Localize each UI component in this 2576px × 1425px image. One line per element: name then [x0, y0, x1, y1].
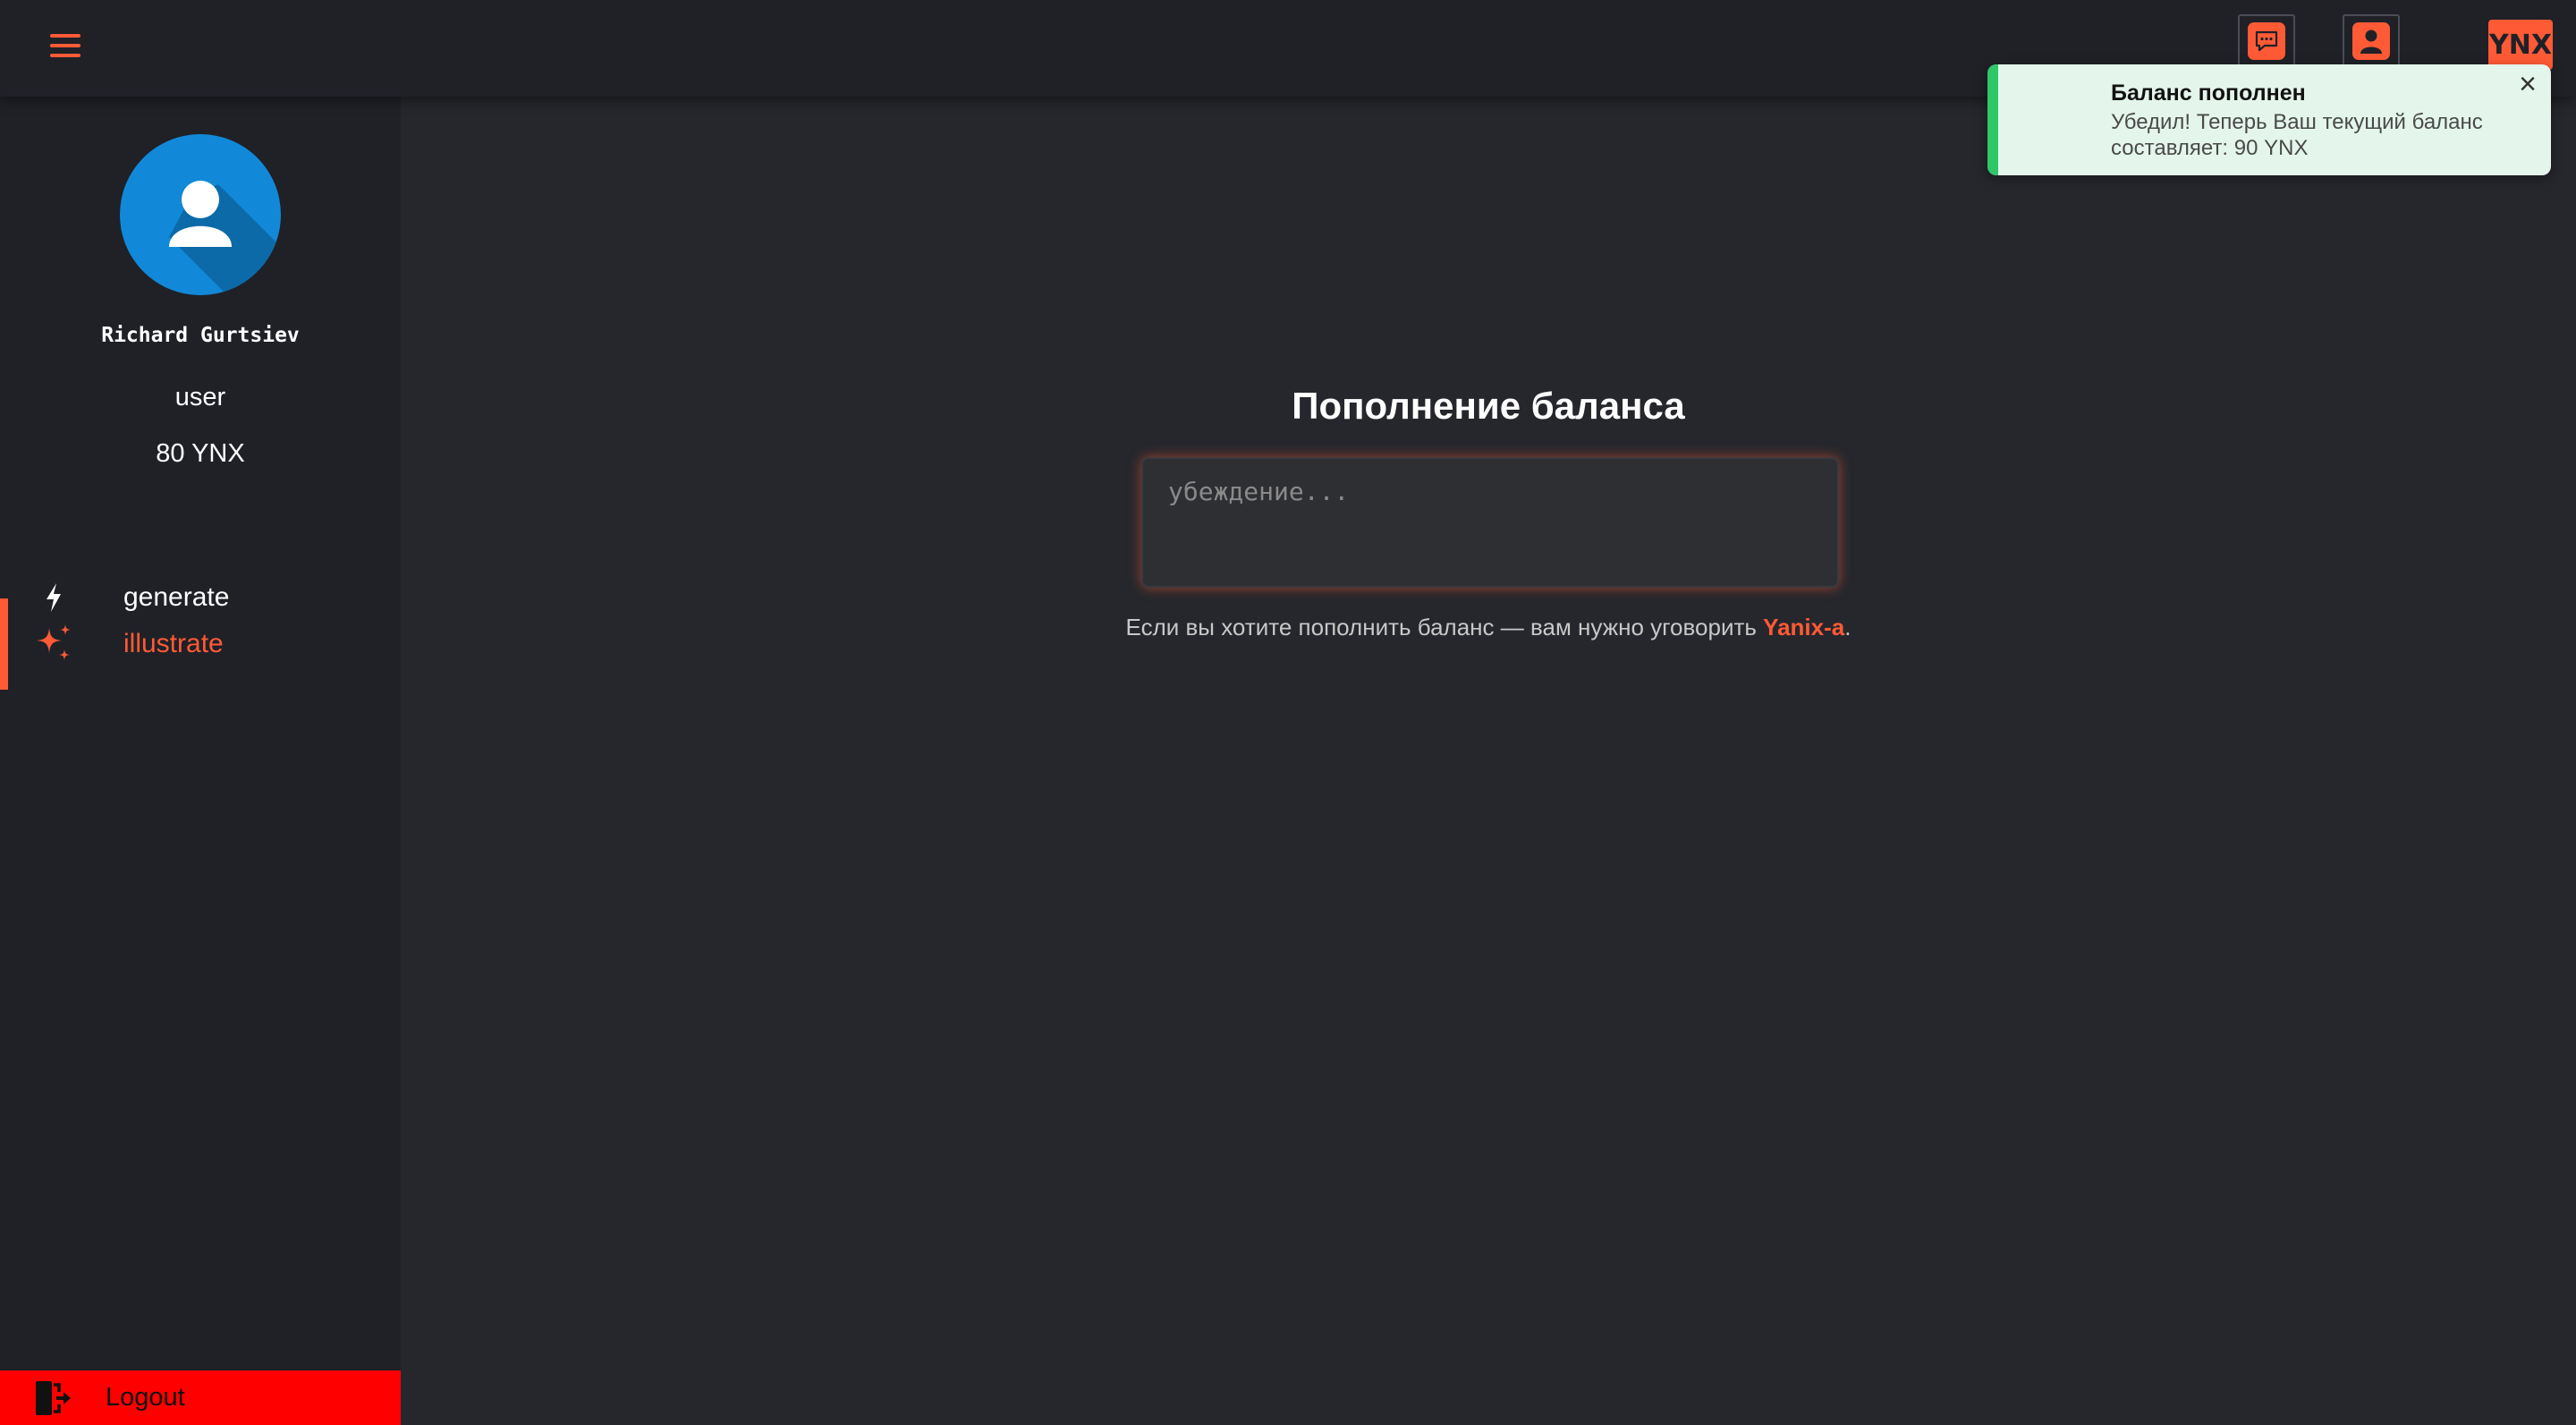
logout-door-icon — [32, 1378, 75, 1419]
hint-period: . — [1844, 614, 1852, 640]
user-balance: 80 YNX — [156, 439, 245, 468]
avatar-user-icon — [169, 181, 281, 295]
avatar[interactable] — [120, 134, 281, 295]
profile-button[interactable] — [2343, 14, 2400, 68]
currency-badge[interactable]: YNX — [2488, 20, 2553, 70]
toast-success-bar — [1987, 64, 1998, 175]
close-icon[interactable]: × — [2512, 68, 2544, 100]
user-icon — [2352, 22, 2390, 60]
page-title: Пополнение баланса — [1292, 385, 1685, 427]
toast-title: Баланс пополнен — [2111, 81, 2306, 106]
sidebar-item-illustrate[interactable]: illustrate — [0, 598, 401, 690]
persuasion-input[interactable] — [1141, 457, 1839, 588]
active-indicator — [0, 598, 8, 690]
toast-notification: Баланс пополнен Убедил! Теперь Ваш текущ… — [1987, 64, 2551, 175]
sparkles-icon — [32, 622, 75, 665]
chat-bubble-icon — [2248, 22, 2285, 60]
logout-label: Logout — [106, 1383, 185, 1412]
top-up-hint: Если вы хотите пополнить баланс — вам ну… — [401, 614, 2576, 641]
user-role: user — [174, 383, 226, 411]
user-name: Richard Gurtsiev — [101, 324, 300, 347]
chat-button[interactable] — [2238, 14, 2295, 68]
yanix-link[interactable]: Yanix-a — [1763, 614, 1844, 640]
sidebar-item-label: illustrate — [123, 629, 224, 658]
sidebar: Richard Gurtsiev user 80 YNX generate il… — [0, 97, 401, 1425]
hamburger-menu-icon[interactable] — [50, 34, 80, 57]
toast-message: Убедил! Теперь Ваш текущий баланс состав… — [2111, 110, 2483, 160]
hint-text: Если вы хотите пополнить баланс — вам ну… — [1125, 614, 1764, 640]
logout-button[interactable]: Logout — [0, 1370, 401, 1425]
